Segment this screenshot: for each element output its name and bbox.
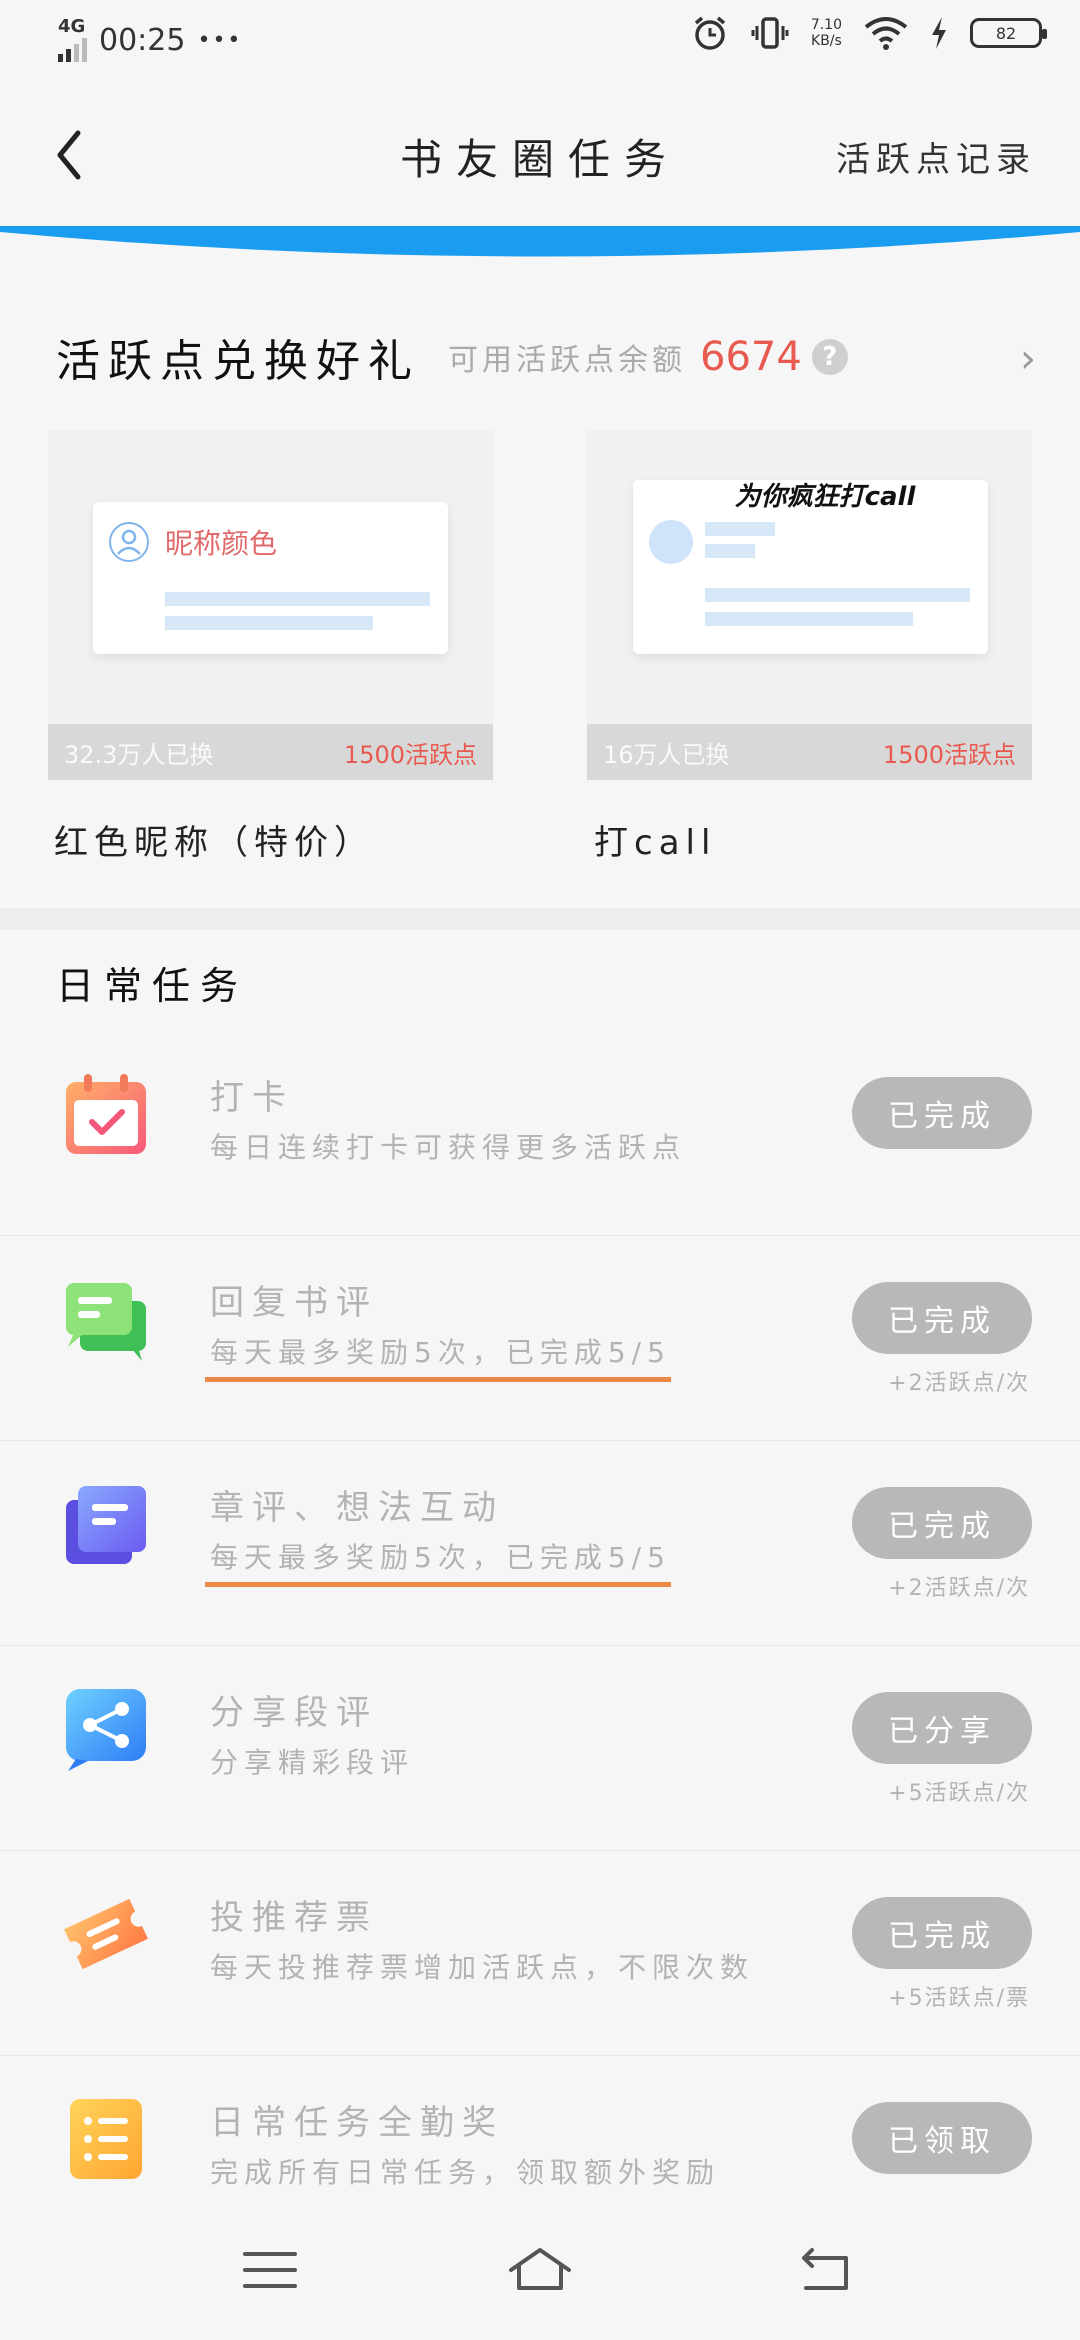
- status-right: 7.10 KB/s 82: [691, 14, 1047, 52]
- network-speed: 7.10 KB/s: [811, 17, 842, 49]
- task-chapter-comment: 章评、想法互动 每天最多奖励5次，已完成5/5 已完成 +2活跃点/次: [0, 1440, 1080, 1646]
- task-name: 投推荐票: [210, 1898, 378, 1938]
- preview-line: [165, 616, 373, 630]
- task-description: 分享精彩段评: [210, 1746, 415, 1779]
- preview-line: [165, 592, 430, 606]
- home-icon[interactable]: [505, 2240, 575, 2300]
- preview-line: [705, 588, 970, 602]
- preview-avatar: [649, 520, 693, 564]
- task-name: 打卡: [210, 1078, 294, 1118]
- task-description: 完成所有日常任务，领取额外奖励: [210, 2156, 721, 2189]
- calendar-icon: [66, 1074, 146, 1154]
- share-icon: [66, 1689, 146, 1771]
- preview-line: [705, 612, 913, 626]
- preview-nickname-text: 昵称颜色: [165, 527, 278, 560]
- status-left: 4G 00:25 •••: [58, 18, 242, 62]
- task-status-button[interactable]: 已完成: [852, 1487, 1032, 1559]
- gift-exchange-count: 32.3万人已换: [64, 740, 214, 769]
- battery-icon: 82: [970, 18, 1047, 48]
- task-reward: +2活跃点/次: [888, 1576, 1030, 1601]
- alarm-icon: [694, 16, 725, 50]
- speed-unit: KB/s: [811, 33, 842, 49]
- gift-price: 1500活跃点: [882, 740, 1016, 769]
- task-name: 分享段评: [210, 1693, 378, 1733]
- task-checkin: 打卡 每日连续打卡可获得更多活跃点 已完成: [0, 1030, 1080, 1236]
- status-bar: 4G 00:25 ••• 7.10 KB/s 82: [0, 0, 1080, 80]
- back-nav-icon[interactable]: [790, 2240, 860, 2300]
- list-icon: [70, 2099, 142, 2179]
- task-reward: +5活跃点/票: [888, 1986, 1030, 2011]
- wifi-icon: [864, 17, 908, 50]
- task-description: 每日连续打卡可获得更多活跃点: [210, 1131, 687, 1164]
- preview-line: [705, 544, 755, 558]
- task-share-comment: 分享段评 分享精彩段评 已分享 +5活跃点/次: [0, 1645, 1080, 1851]
- balance-label: 可用活跃点余额: [448, 343, 686, 378]
- gift-card-call[interactable]: 为你疯狂打call 16万人已换 1500活跃点: [587, 430, 1032, 780]
- call-banner-text: 为你疯狂打call: [734, 482, 916, 512]
- network-type: 4G: [58, 16, 86, 37]
- exchange-header[interactable]: 活跃点兑换好礼 可用活跃点余额 6674 ? ›: [56, 322, 1036, 392]
- preview-line: [705, 522, 775, 536]
- task-status-button[interactable]: 已完成: [852, 1282, 1032, 1354]
- task-vote-ticket: 投推荐票 每天投推荐票增加活跃点，不限次数 已完成 +5活跃点/票: [0, 1850, 1080, 2056]
- system-nav-bar: [0, 2200, 1080, 2340]
- task-reward: +5活跃点/次: [888, 1781, 1030, 1806]
- clock-time: 00:25: [99, 22, 186, 58]
- task-description: 每天投推荐票增加活跃点，不限次数: [210, 1951, 755, 1984]
- vibrate-icon: [751, 17, 789, 49]
- task-reply-review: 回复书评 每天最多奖励5次，已完成5/5 已完成 +2活跃点/次: [0, 1235, 1080, 1441]
- chevron-right-icon: ›: [1020, 336, 1036, 382]
- gift-footer: 16万人已换 1500活跃点: [587, 724, 1032, 780]
- more-notifications-icon: •••: [197, 27, 243, 53]
- section-divider: [0, 908, 1080, 930]
- gift-preview: 昵称颜色: [93, 502, 448, 654]
- charging-icon: [932, 17, 946, 49]
- daily-tasks-title: 日常任务: [56, 964, 249, 1008]
- signal-bars-icon: [58, 36, 87, 62]
- balance-value: 6674: [700, 334, 802, 380]
- signal-indicator: 4G: [58, 18, 87, 62]
- task-status-button[interactable]: 已分享: [852, 1692, 1032, 1764]
- notes-icon: [66, 1486, 146, 1564]
- header-blue-wave: [0, 226, 1080, 257]
- gift-preview: 为你疯狂打call: [633, 480, 988, 654]
- menu-icon[interactable]: [235, 2240, 305, 2300]
- task-status-button[interactable]: 已完成: [852, 1897, 1032, 1969]
- gift-card-red-nickname[interactable]: 昵称颜色 32.3万人已换 1500活跃点: [48, 430, 493, 780]
- gift-name[interactable]: 红色昵称（特价）: [54, 815, 374, 864]
- activity-record-link[interactable]: 活跃点记录: [836, 132, 1036, 181]
- task-name: 日常任务全勤奖: [210, 2103, 504, 2143]
- exchange-title: 活跃点兑换好礼: [56, 336, 420, 387]
- task-name: 章评、想法互动: [210, 1488, 504, 1528]
- ticket-icon: [64, 1898, 148, 1970]
- avatar-icon: [109, 522, 149, 562]
- task-status-button[interactable]: 已完成: [852, 1077, 1032, 1149]
- chat-bubbles-icon: [66, 1283, 146, 1361]
- gift-footer: 32.3万人已换 1500活跃点: [48, 724, 493, 780]
- gift-price: 1500活跃点: [343, 740, 477, 769]
- task-description: 每天最多奖励5次，已完成5/5: [205, 1331, 671, 1382]
- task-description: 每天最多奖励5次，已完成5/5: [205, 1536, 671, 1587]
- battery-level: 82: [995, 23, 1017, 43]
- task-status-button[interactable]: 已领取: [852, 2102, 1032, 2174]
- help-icon[interactable]: ?: [811, 339, 848, 375]
- gift-name[interactable]: 打call: [594, 815, 716, 864]
- task-reward: +2活跃点/次: [888, 1371, 1030, 1396]
- title-bar: 书友圈任务 活跃点记录: [0, 100, 1080, 210]
- task-name: 回复书评: [210, 1283, 378, 1323]
- speed-value: 7.10: [810, 17, 842, 33]
- gift-exchange-count: 16万人已换: [603, 740, 730, 769]
